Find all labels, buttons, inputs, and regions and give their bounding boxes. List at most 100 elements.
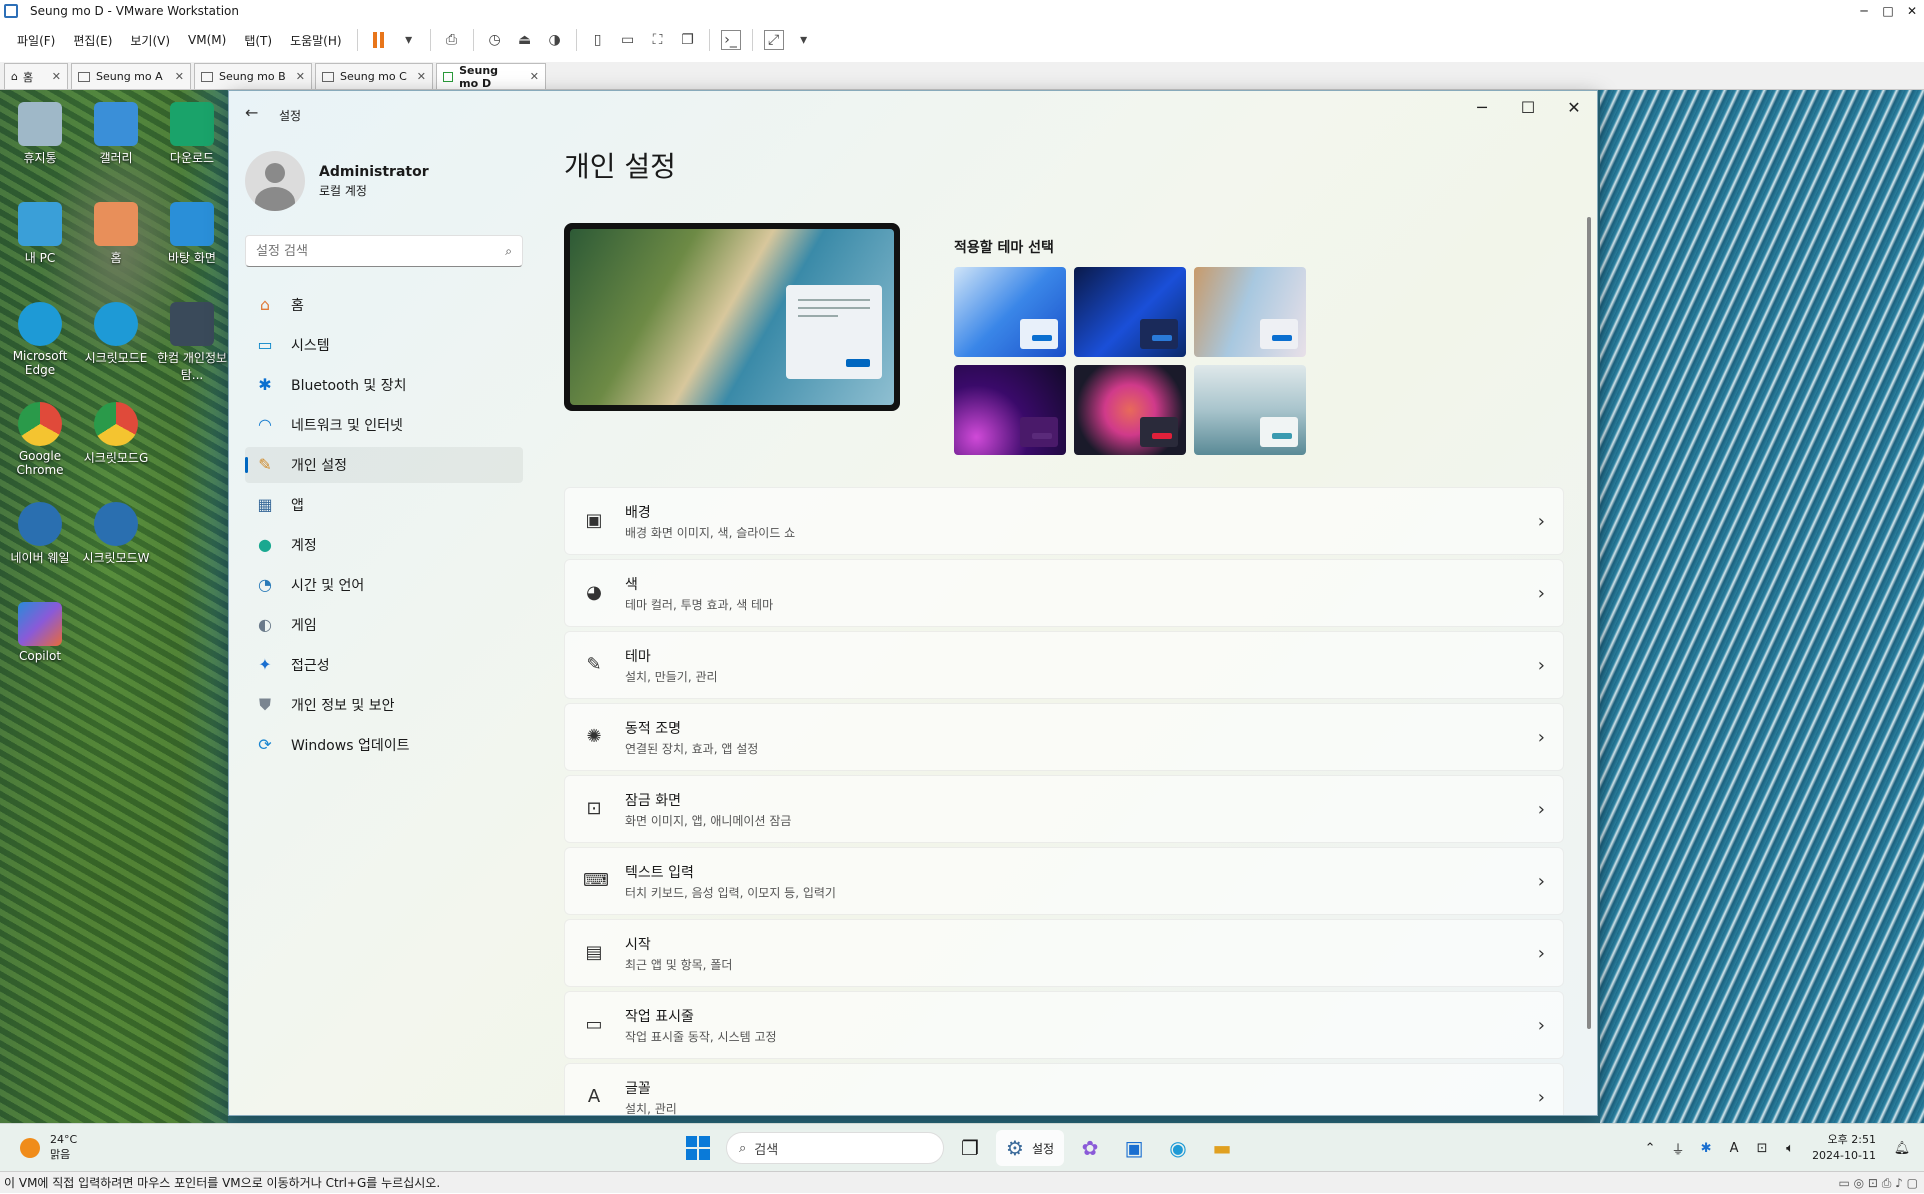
theme-sunrise[interactable] [1194, 365, 1306, 455]
settings-search[interactable]: ⌕ [245, 235, 523, 267]
nav-item[interactable]: ✦ 접근성 [245, 647, 523, 683]
notification-bell-icon[interactable]: 🔔︎ [1890, 1141, 1914, 1156]
fullscreen-icon[interactable]: ⛶ [648, 30, 668, 50]
ime-icon[interactable]: A [1722, 1141, 1746, 1156]
menu-file[interactable]: 파일(F) [8, 32, 64, 49]
copilot-icon[interactable]: ✿ [1072, 1130, 1108, 1166]
user-profile[interactable]: Administrator 로컬 계정 [245, 151, 429, 211]
desktop-icon-secret-w[interactable]: 시크릿모드W [78, 502, 154, 566]
desktop-icon-home[interactable]: 홈 [78, 202, 154, 266]
minimize-icon[interactable]: ─ [1852, 0, 1876, 22]
close-icon[interactable]: ✕ [407, 70, 426, 83]
desktop-icon-this-pc[interactable]: 내 PC [2, 202, 78, 266]
volume-icon[interactable]: 🔈︎ [1778, 1141, 1802, 1156]
desktop-icon-whale[interactable]: 네이버 웨일 [2, 502, 78, 566]
pause-icon[interactable] [369, 30, 389, 50]
desktop-icon-hancom[interactable]: 한컴 개인정보탐... [154, 302, 230, 383]
chevron-down-icon[interactable]: ▾ [399, 30, 419, 50]
weather-widget[interactable]: 24°C 맑음 [20, 1133, 77, 1162]
theme-windows-dark[interactable] [1074, 267, 1186, 357]
taskbar-settings-app[interactable]: ⚙ 설정 [996, 1130, 1065, 1166]
bluetooth-icon[interactable]: ✱ [1694, 1141, 1718, 1156]
nav-item[interactable]: ⟳ Windows 업데이트 [245, 727, 523, 763]
stretch-guest-icon[interactable]: ⤢ [763, 30, 784, 50]
tab-seung-mo-a[interactable]: Seung mo A ✕ [71, 63, 191, 89]
desktop-icon-copilot[interactable]: Copilot [2, 602, 78, 663]
tab-seung-mo-b[interactable]: Seung mo B ✕ [194, 63, 312, 89]
theme-glow[interactable] [954, 365, 1066, 455]
settings-card[interactable]: ▤ 시작 최근 앱 및 항목, 폴더 › [564, 919, 1564, 987]
settings-card[interactable]: ▭ 작업 표시줄 작업 표시줄 동작, 시스템 고정 › [564, 991, 1564, 1059]
settings-card[interactable]: ✎ 테마 설치, 만들기, 관리 › [564, 631, 1564, 699]
chevron-up-icon[interactable]: ⌃ [1638, 1141, 1662, 1156]
nav-item[interactable]: ◔ 시간 및 언어 [245, 567, 523, 603]
send-ctrl-alt-del-icon[interactable]: ⎙ [442, 30, 462, 50]
close-icon[interactable]: ✕ [1900, 0, 1924, 22]
tab-home[interactable]: ⌂ 홈 ✕ [4, 63, 68, 89]
nav-item[interactable]: ⛊ 개인 정보 및 보안 [245, 687, 523, 723]
close-icon[interactable]: ✕ [1551, 91, 1597, 125]
settings-card[interactable]: ⌨ 텍스트 입력 터치 키보드, 음성 입력, 이모지 등, 입력기 › [564, 847, 1564, 915]
clock[interactable]: 오후 2:51 2024-10-11 [1812, 1132, 1876, 1164]
tab-seung-mo-d[interactable]: Seung mo D ✕ [436, 63, 546, 90]
revert-snapshot-icon[interactable]: ⏏ [515, 30, 535, 50]
nav-item[interactable]: ▭ 시스템 [245, 327, 523, 363]
maximize-icon[interactable]: □ [1876, 0, 1900, 22]
desktop-icon-recycle-bin[interactable]: 휴지통 [2, 102, 78, 166]
menu-help[interactable]: 도움말(H) [281, 32, 351, 49]
close-icon[interactable]: ✕ [286, 70, 305, 83]
unity-icon[interactable]: ❐ [678, 30, 698, 50]
nav-item[interactable]: ✱ Bluetooth 및 장치 [245, 367, 523, 403]
nav-item[interactable]: ◠ 네트워크 및 인터넷 [245, 407, 523, 443]
snapshot-icon[interactable]: ◷ [485, 30, 505, 50]
tab-seung-mo-c[interactable]: Seung mo C ✕ [315, 63, 433, 89]
chevron-down-icon[interactable]: ▾ [794, 30, 814, 50]
nav-item[interactable]: ⌂ 홈 [245, 287, 523, 323]
taskbar-search[interactable]: ⌕ 검색 [726, 1132, 944, 1164]
thumbnail-bar-icon[interactable]: ▭ [618, 30, 638, 50]
desktop-icon-secret-g[interactable]: 시크릿모드G [78, 402, 154, 466]
file-explorer-icon[interactable]: ▬ [1204, 1130, 1240, 1166]
maximize-icon[interactable]: ☐ [1505, 91, 1551, 125]
menu-vm[interactable]: VM(M) [179, 33, 235, 47]
close-icon[interactable]: ✕ [42, 70, 61, 83]
desktop-icon-desktop[interactable]: 바탕 화면 [154, 202, 230, 266]
close-icon[interactable]: ✕ [520, 70, 539, 83]
minimize-icon[interactable]: ─ [1459, 91, 1505, 125]
desktop-icon-gallery[interactable]: 갤러리 [78, 102, 154, 166]
nav-item[interactable]: ◐ 게임 [245, 607, 523, 643]
menu-tab[interactable]: 탭(T) [235, 32, 281, 49]
nav-item[interactable]: ● 계정 [245, 527, 523, 563]
store-icon[interactable]: ▣ [1116, 1130, 1152, 1166]
theme-flowers[interactable] [1194, 267, 1306, 357]
desktop-icon-downloads[interactable]: 다운로드 [154, 102, 230, 166]
network-icon[interactable]: ⊡ [1750, 1141, 1774, 1156]
clock-date: 2024-10-11 [1812, 1149, 1876, 1162]
show-library-icon[interactable]: ▯ [588, 30, 608, 50]
console-view-icon[interactable]: ›_ [720, 30, 741, 50]
desktop-icon-secret-e[interactable]: 시크릿모드E [78, 302, 154, 366]
theme-captured-motion[interactable] [1074, 365, 1186, 455]
settings-card[interactable]: ◕ 색 테마 컬러, 투명 효과, 색 테마 › [564, 559, 1564, 627]
windows-start-icon[interactable] [686, 1136, 710, 1160]
desktop-icon-chrome[interactable]: Google Chrome [2, 402, 78, 477]
close-icon[interactable]: ✕ [165, 70, 184, 83]
usb-icon[interactable]: ⏚ [1666, 1139, 1690, 1158]
back-arrow-icon[interactable]: ← [245, 103, 258, 122]
theme-windows-light[interactable] [954, 267, 1066, 357]
settings-card[interactable]: ▣ 배경 배경 화면 이미지, 색, 슬라이드 쇼 › [564, 487, 1564, 555]
settings-card[interactable]: ✺ 동적 조명 연결된 장치, 효과, 앱 설정 › [564, 703, 1564, 771]
scrollbar[interactable] [1587, 217, 1591, 1029]
task-view-icon[interactable]: ❐ [952, 1130, 988, 1166]
search-input[interactable] [256, 243, 506, 259]
snapshot-manager-icon[interactable]: ◑ [545, 30, 565, 50]
device-status-icons[interactable]: ▭ ◎ ⊡ ⎙ ♪ ▢ [1838, 1172, 1918, 1194]
settings-card[interactable]: ⊡ 잠금 화면 화면 이미지, 앱, 애니메이션 잠금 › [564, 775, 1564, 843]
menu-edit[interactable]: 편집(E) [64, 32, 121, 49]
settings-card[interactable]: A 글꼴 설치, 관리 › [564, 1063, 1564, 1115]
nav-item[interactable]: ✎ 개인 설정 [245, 447, 523, 483]
menu-view[interactable]: 보기(V) [121, 32, 179, 49]
desktop-icon-edge[interactable]: Microsoft Edge [2, 302, 78, 377]
nav-item[interactable]: ▦ 앱 [245, 487, 523, 523]
edge-icon[interactable]: ◉ [1160, 1130, 1196, 1166]
